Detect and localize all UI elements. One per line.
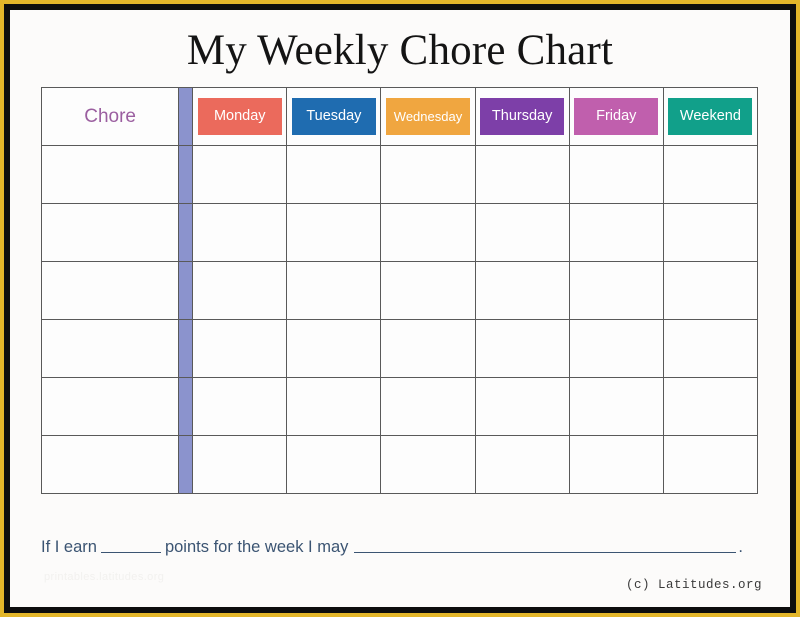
cell-divider <box>178 319 194 378</box>
vertical-divider-bar <box>179 436 193 493</box>
chore-chart-body: Chore Monday Tuesday Wednesday Thursday … <box>40 87 759 494</box>
copyright-notice: (c) Latitudes.org <box>625 578 762 592</box>
header-cell-wednesday: Wednesday <box>380 87 476 146</box>
cell-monday[interactable] <box>192 261 288 320</box>
cell-chore[interactable] <box>40 319 180 378</box>
table-row <box>40 377 759 436</box>
header-cell-monday: Monday <box>192 87 288 146</box>
cell-wednesday[interactable] <box>380 319 476 378</box>
page-title: My Weekly Chore Chart <box>186 27 614 74</box>
cell-thursday[interactable] <box>474 203 570 262</box>
header-cell-thursday: Thursday <box>474 87 570 146</box>
reward-blank-field[interactable] <box>354 539 737 553</box>
cell-thursday[interactable] <box>474 377 570 436</box>
header-cell-weekend: Weekend <box>662 87 759 146</box>
cell-divider <box>178 377 194 436</box>
cell-friday[interactable] <box>568 319 664 378</box>
cell-monday[interactable] <box>192 203 288 262</box>
reward-text-before: If I earn <box>41 538 97 556</box>
cell-chore[interactable] <box>40 435 180 494</box>
table-header-row: Chore Monday Tuesday Wednesday Thursday … <box>40 87 759 146</box>
cell-weekend[interactable] <box>662 203 759 262</box>
cell-tuesday[interactable] <box>286 435 382 494</box>
chore-chart-table: Chore Monday Tuesday Wednesday Thursday … <box>40 87 759 494</box>
cell-divider <box>178 203 194 262</box>
cell-wednesday[interactable] <box>380 261 476 320</box>
vertical-divider-bar <box>179 146 193 203</box>
vertical-divider-bar <box>179 88 193 145</box>
cell-friday[interactable] <box>568 145 664 204</box>
cell-tuesday[interactable] <box>286 145 382 204</box>
cell-friday[interactable] <box>568 261 664 320</box>
cell-tuesday[interactable] <box>286 261 382 320</box>
header-cell-chore: Chore <box>40 87 180 146</box>
table-row <box>40 435 759 494</box>
cell-chore[interactable] <box>40 377 180 436</box>
day-chip-wednesday: Wednesday <box>386 98 471 135</box>
cell-chore[interactable] <box>40 145 180 204</box>
header-cell-tuesday: Tuesday <box>286 87 382 146</box>
chip-wrap-monday: Monday <box>193 89 286 145</box>
cell-chore[interactable] <box>40 261 180 320</box>
reward-text-end: . <box>738 538 743 556</box>
cell-thursday[interactable] <box>474 145 570 204</box>
vertical-divider-bar <box>179 378 193 435</box>
cell-wednesday[interactable] <box>380 377 476 436</box>
vertical-divider-bar <box>179 320 193 377</box>
cell-friday[interactable] <box>568 435 664 494</box>
cell-divider <box>178 145 194 204</box>
vertical-divider-bar <box>179 204 193 261</box>
chip-wrap-tuesday: Tuesday <box>287 89 380 145</box>
cell-thursday[interactable] <box>474 261 570 320</box>
cell-wednesday[interactable] <box>380 203 476 262</box>
day-chip-friday: Friday <box>574 98 659 135</box>
cell-wednesday[interactable] <box>380 435 476 494</box>
cell-weekend[interactable] <box>662 319 759 378</box>
table-row <box>40 203 759 262</box>
vertical-divider-bar <box>179 262 193 319</box>
cell-monday[interactable] <box>192 145 288 204</box>
cell-weekend[interactable] <box>662 435 759 494</box>
cell-thursday[interactable] <box>474 435 570 494</box>
table-row <box>40 261 759 320</box>
cell-monday[interactable] <box>192 435 288 494</box>
day-chip-monday: Monday <box>197 98 282 135</box>
printable-page: My Weekly Chore Chart Chore Monday Tuesd… <box>10 10 790 607</box>
day-chip-weekend: Weekend <box>668 98 753 135</box>
cell-friday[interactable] <box>568 203 664 262</box>
day-chip-thursday: Thursday <box>480 98 565 135</box>
points-blank-field[interactable] <box>100 539 161 553</box>
chip-wrap-friday: Friday <box>570 89 663 145</box>
cell-weekend[interactable] <box>662 145 759 204</box>
cell-wednesday[interactable] <box>380 145 476 204</box>
cell-monday[interactable] <box>192 377 288 436</box>
table-row <box>40 145 759 204</box>
cell-thursday[interactable] <box>474 319 570 378</box>
chip-wrap-thursday: Thursday <box>476 89 569 145</box>
cell-friday[interactable] <box>568 377 664 436</box>
cell-monday[interactable] <box>192 319 288 378</box>
cell-divider <box>178 261 194 320</box>
header-cell-friday: Friday <box>568 87 664 146</box>
day-chip-tuesday: Tuesday <box>291 98 376 135</box>
table-row <box>40 319 759 378</box>
chip-wrap-weekend: Weekend <box>664 89 757 145</box>
cell-tuesday[interactable] <box>286 203 382 262</box>
reward-text-middle: points for the week I may <box>164 538 349 556</box>
cell-weekend[interactable] <box>662 377 759 436</box>
cell-weekend[interactable] <box>662 261 759 320</box>
cell-chore[interactable] <box>40 203 180 262</box>
cell-divider <box>178 435 194 494</box>
cell-tuesday[interactable] <box>286 377 382 436</box>
header-cell-divider <box>178 87 194 146</box>
chip-wrap-wednesday: Wednesday <box>381 89 474 145</box>
reward-sentence: If I earn points for the week I may. <box>41 538 758 557</box>
chore-column-label: Chore <box>84 105 136 127</box>
watermark-text: printables.latitudes.org <box>44 571 165 583</box>
cell-tuesday[interactable] <box>286 319 382 378</box>
